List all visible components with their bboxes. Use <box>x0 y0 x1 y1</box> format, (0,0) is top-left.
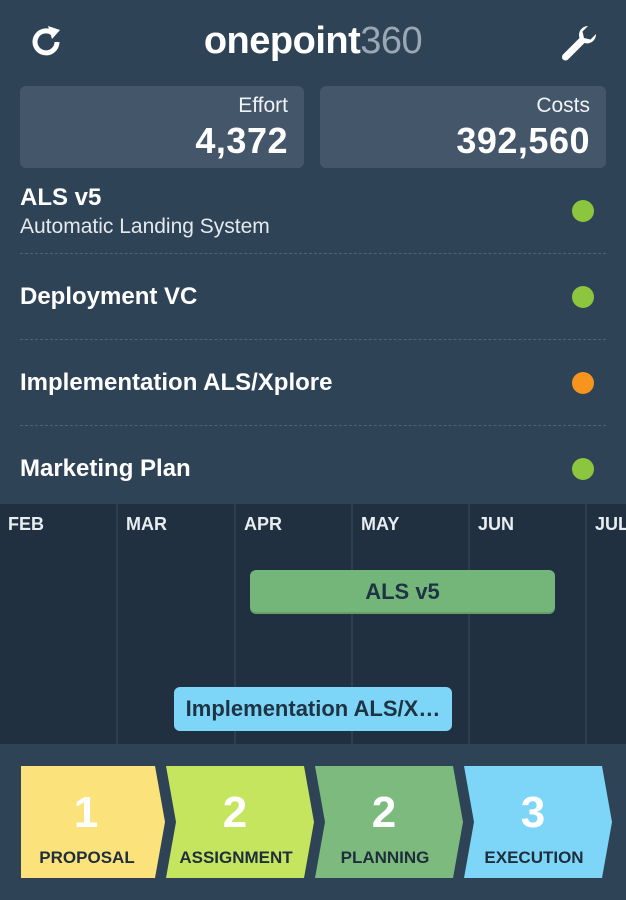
project-item-marketing-plan[interactable]: Marketing Plan <box>20 426 606 508</box>
gantt-bar-implementation[interactable]: Implementation ALS/X… <box>174 687 452 731</box>
month-label: APR <box>244 514 283 534</box>
phase-label: ASSIGNMENT <box>179 848 293 867</box>
month-label: JUN <box>478 514 515 534</box>
logo-text-light: 360 <box>360 20 423 62</box>
project-item-als-v5[interactable]: ALS v5 Automatic Landing System <box>20 168 606 254</box>
effort-box: Effort 4,372 <box>20 86 304 168</box>
phase-label: EXECUTION <box>484 848 584 867</box>
phase-label: PROPOSAL <box>39 848 135 867</box>
phase-planning[interactable]: 2 PLANNING <box>315 766 463 878</box>
month-column-jun: JUN <box>468 504 585 744</box>
wrench-icon <box>561 25 597 61</box>
phase-count: 2 <box>222 788 248 837</box>
phase-count: 3 <box>520 788 546 837</box>
phase-proposal[interactable]: 1 PROPOSAL <box>17 766 165 878</box>
project-list: ALS v5 Automatic Landing System Deployme… <box>20 168 606 508</box>
month-column-feb: FEB <box>0 504 116 744</box>
phase-bar: 1 PROPOSAL 2 ASSIGNMENT 2 PLANNING 3 EXE… <box>0 744 626 900</box>
costs-box: Costs 392,560 <box>320 86 606 168</box>
project-subtitle: Automatic Landing System <box>20 215 270 238</box>
settings-button[interactable] <box>558 22 600 64</box>
effort-value: 4,372 <box>195 120 288 161</box>
logo-text-bold: onepoint <box>203 20 361 62</box>
month-column-jul: JUL <box>585 504 626 744</box>
phase-execution[interactable]: 3 EXECUTION <box>464 766 612 878</box>
project-title: Deployment VC <box>20 283 198 310</box>
timeline[interactable]: FEB MAR APR MAY JUN JUL ALS v5 Implement… <box>0 504 626 744</box>
status-dot <box>572 286 594 308</box>
month-label: FEB <box>8 514 44 534</box>
app-header: onepoint360 <box>0 0 626 86</box>
project-item-deployment-vc[interactable]: Deployment VC <box>20 254 606 340</box>
project-title: ALS v5 <box>20 184 102 211</box>
costs-label: Costs <box>536 94 590 117</box>
project-item-implementation-als-xplore[interactable]: Implementation ALS/Xplore <box>20 340 606 426</box>
status-dot <box>572 372 594 394</box>
phase-label: PLANNING <box>340 848 430 867</box>
project-title: Marketing Plan <box>20 455 191 482</box>
month-label: MAY <box>361 514 400 534</box>
app-logo: onepoint360 <box>0 20 626 63</box>
effort-label: Effort <box>238 94 288 117</box>
project-title: Implementation ALS/Xplore <box>20 369 333 396</box>
month-label: MAR <box>126 514 167 534</box>
status-dot <box>572 200 594 222</box>
phase-assignment[interactable]: 2 ASSIGNMENT <box>166 766 314 878</box>
phase-count: 2 <box>371 788 397 837</box>
status-dot <box>572 458 594 480</box>
phase-count: 1 <box>73 788 99 837</box>
month-label: JUL <box>595 514 626 534</box>
costs-value: 392,560 <box>456 120 590 161</box>
gantt-bar-als-v5[interactable]: ALS v5 <box>250 570 555 614</box>
